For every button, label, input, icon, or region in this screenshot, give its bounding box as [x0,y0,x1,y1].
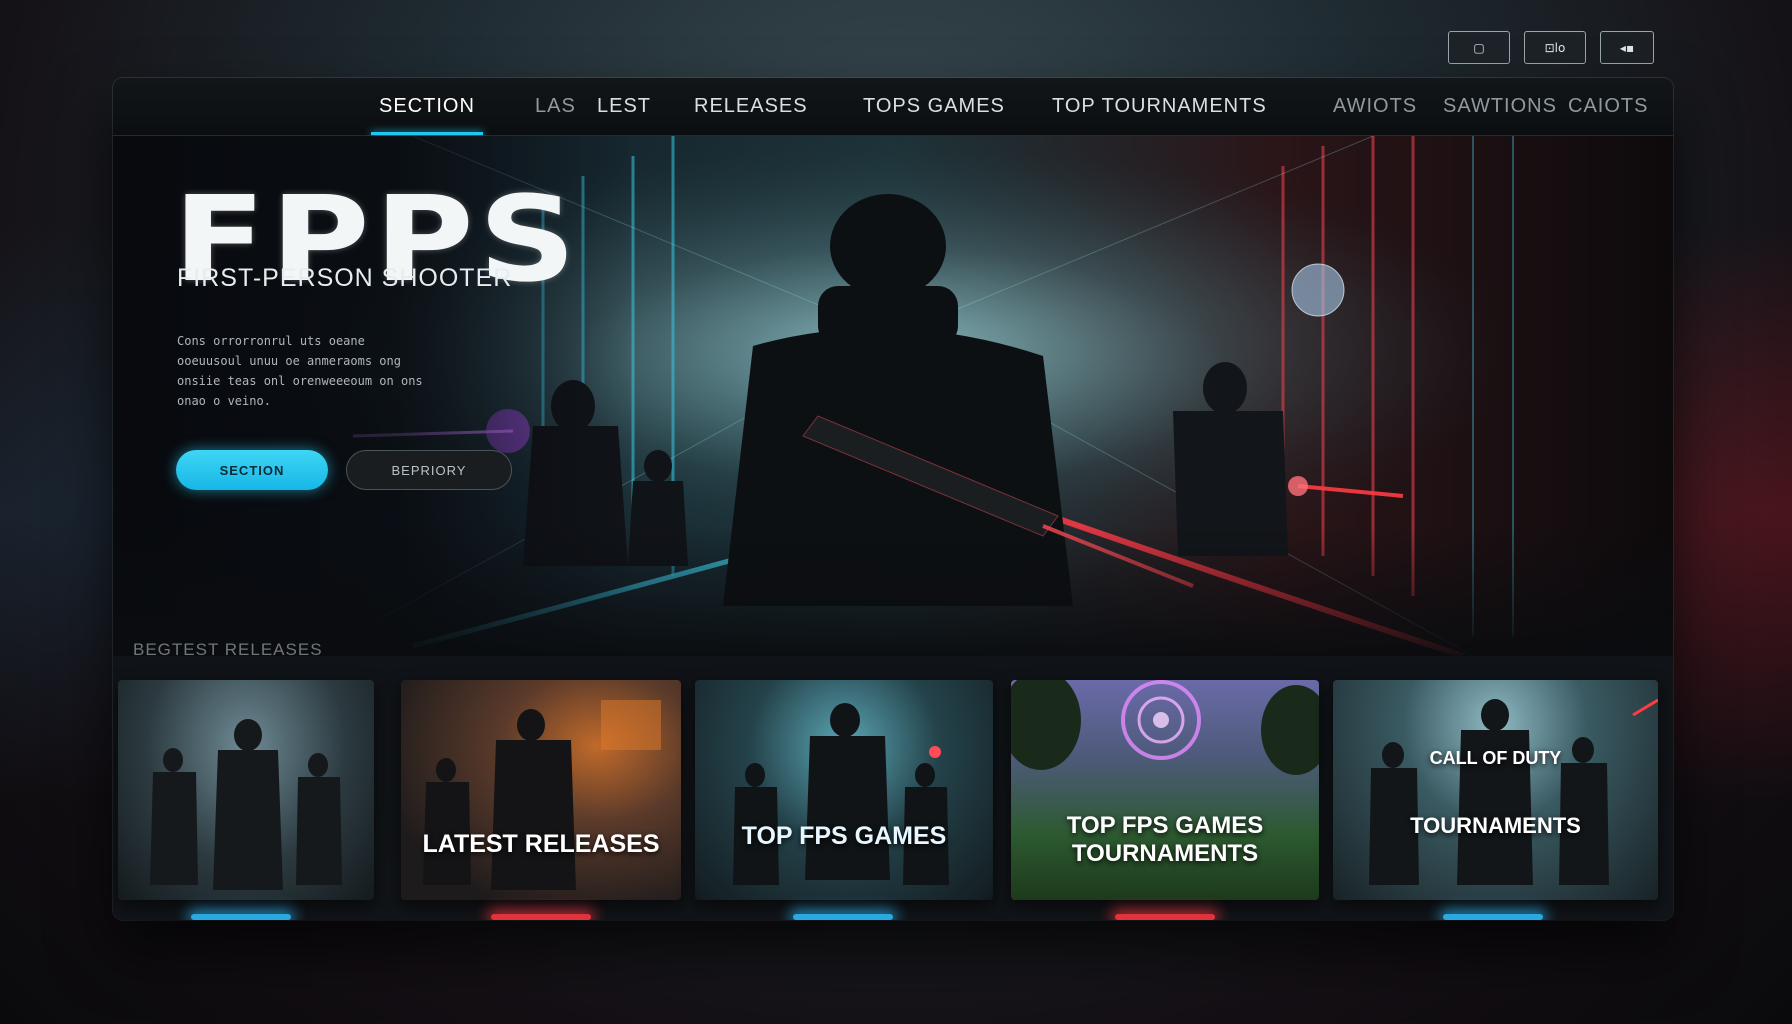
game-card-2-label: LATEST RELEASES [422,830,660,858]
game-card-3-label: TOP FPS GAMES [741,822,947,850]
card-5-glow [1443,914,1543,920]
game-card-5-label: TOURNAMENTS [1410,813,1581,838]
game-card-2-soldiers [423,700,661,890]
window-button-2-icon: ⊡lo [1544,40,1566,55]
hero-subtitle: FIRST-PERSON SHOOTER [177,264,513,292]
game-card-5-overlay: CALL OF DUTY [1429,748,1562,768]
hero-description: Cons orrorronrul uts oeane ooeuusoul unu… [177,334,423,408]
window-button-3[interactable]: ◂▪ [1600,31,1654,64]
window-button-1[interactable]: ▢ [1448,31,1510,64]
nav-item-releases[interactable]: RELEASES [694,95,808,123]
section-heading: BEGTEST RELEASES [133,640,323,659]
nav-item-section[interactable]: SECTION [371,95,483,135]
hero-banner: FPPS FIRST-PERSON SHOOTER Cons orrorronr… [113,136,1673,656]
nav-item-las[interactable]: LAS [535,95,576,123]
hero-primary-button[interactable]: SECTION [176,450,328,490]
nav-item-tops-games[interactable]: TOPS GAMES [863,95,1005,123]
nav-item-sawtions[interactable]: SAWTIONS [1443,95,1557,123]
card-row: LATEST RELEASES TOP FPS GAMES TOP FPS GA… [113,680,1673,920]
hero-secondary-button[interactable]: BEPRIORY [346,450,512,490]
game-card-5[interactable]: CALL OF DUTY TOURNAMENTS [1333,680,1658,900]
hero-fade-bottom [113,526,1673,656]
game-card-1[interactable] [118,680,374,900]
card-2-glow [491,914,591,920]
card-3-glow [793,914,893,920]
window-button-2[interactable]: ⊡lo [1524,31,1586,64]
nav-item-lest[interactable]: LEST [597,95,651,123]
app-window: SECTION LAS LEST RELEASES TOPS GAMES TOP… [113,78,1673,920]
game-card-4[interactable]: TOP FPS GAMES TOURNAMENTS [1011,680,1319,900]
window-button-3-icon: ◂▪ [1619,40,1635,55]
game-card-3-soldiers [733,703,949,885]
game-card-2[interactable]: LATEST RELEASES [401,680,681,900]
game-card-5-soldiers [1369,698,1658,885]
game-card-3[interactable]: TOP FPS GAMES [695,680,993,900]
game-card-4-label: TOP FPS GAMES TOURNAMENTS [1066,812,1264,867]
game-card-1-soldiers [150,719,342,890]
top-nav: SECTION LAS LEST RELEASES TOPS GAMES TOP… [113,78,1673,136]
window-controls: ▢ ⊡lo ◂▪ [1448,31,1654,64]
window-button-1-icon: ▢ [1473,40,1485,55]
nav-item-caiots[interactable]: CAIOTS [1568,95,1648,123]
nav-item-top-tournaments[interactable]: TOP TOURNAMENTS [1052,95,1267,123]
card-4-glow [1115,914,1215,920]
card-1-glow [191,914,291,920]
nav-item-awiots[interactable]: AWIOTS [1333,95,1417,123]
